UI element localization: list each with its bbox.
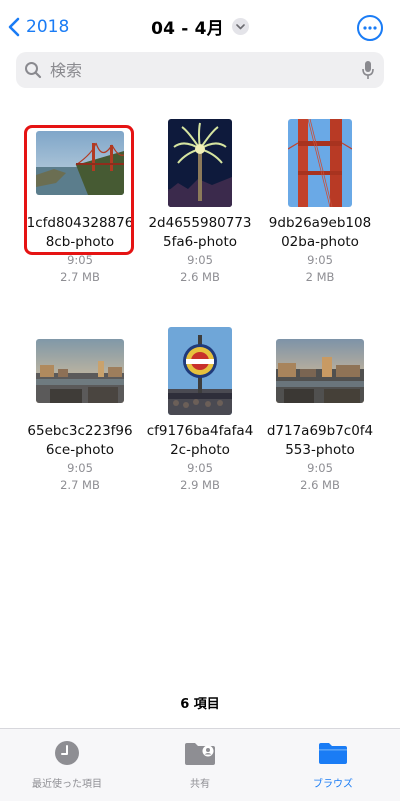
tab-label: 最近使った項目 [32,779,102,790]
photo-thumbnail [36,131,124,195]
file-name: 1cfd8043288768cb-photo [26,215,134,250]
folder-icon [319,743,347,764]
search-input[interactable] [48,59,362,81]
file-item[interactable]: cf9176ba4fafa42c-photo 9:05 2.9 MB [144,324,256,494]
clock-icon [55,741,79,765]
file-size: 2.7 MB [60,478,100,492]
photo-thumbnail [288,119,352,207]
file-name: cf9176ba4fafa42c-photo [146,423,254,458]
tab-label: 共有 [190,779,210,790]
file-time: 9:05 [67,253,93,267]
file-size: 2.6 MB [180,270,220,284]
search-icon [24,61,42,79]
tab-recents[interactable]: 最近使った項目 [2,739,132,790]
navigation-bar: 2018 04 - 4月 [0,0,400,52]
file-size: 2.9 MB [180,478,220,492]
file-size: 2.7 MB [60,270,100,284]
title-menu-button[interactable] [231,18,249,35]
file-time: 9:05 [187,461,213,475]
file-size: 2.6 MB [300,478,340,492]
file-time: 9:05 [67,461,93,475]
file-item[interactable]: 65ebc3c223f966ce-photo 9:05 2.7 MB [24,324,136,494]
file-size: 2 MB [305,270,335,284]
file-time: 9:05 [187,253,213,267]
file-time: 9:05 [307,461,333,475]
page-title[interactable]: 04 - 4月 [151,14,224,39]
tab-label: ブラウズ [313,779,353,790]
shared-folder-icon [185,743,215,765]
file-item[interactable]: 9db26a9eb10802ba-photo 9:05 2 MB [264,116,376,286]
search-bar[interactable] [16,52,384,88]
more-options-button[interactable] [357,15,383,41]
photo-thumbnail [36,339,124,403]
file-time: 9:05 [307,253,333,267]
tab-bar: 最近使った項目 共有 ブラウズ [0,728,400,801]
file-item[interactable]: d717a69b7c0f4553-photo 9:05 2.6 MB [264,324,376,494]
file-name: 9db26a9eb10802ba-photo [268,215,372,250]
file-name: d717a69b7c0f4553-photo [266,423,374,458]
file-name: 65ebc3c223f966ce-photo [27,423,133,458]
file-name: 2d46559807735fa6-photo [148,215,252,250]
photo-thumbnail [168,119,232,207]
photo-thumbnail [168,327,232,415]
file-item[interactable]: 2d46559807735fa6-photo 9:05 2.6 MB [144,116,256,286]
tab-browse[interactable]: ブラウズ [268,739,398,790]
chevron-down-icon [236,23,245,29]
ellipsis-icon [363,26,377,30]
item-count: 6 項目 [180,697,220,712]
microphone-icon[interactable] [362,60,374,80]
tab-shared[interactable]: 共有 [135,739,265,790]
file-item[interactable]: 1cfd8043288768cb-photo 9:05 2.7 MB [24,116,136,286]
photo-thumbnail [276,339,364,403]
